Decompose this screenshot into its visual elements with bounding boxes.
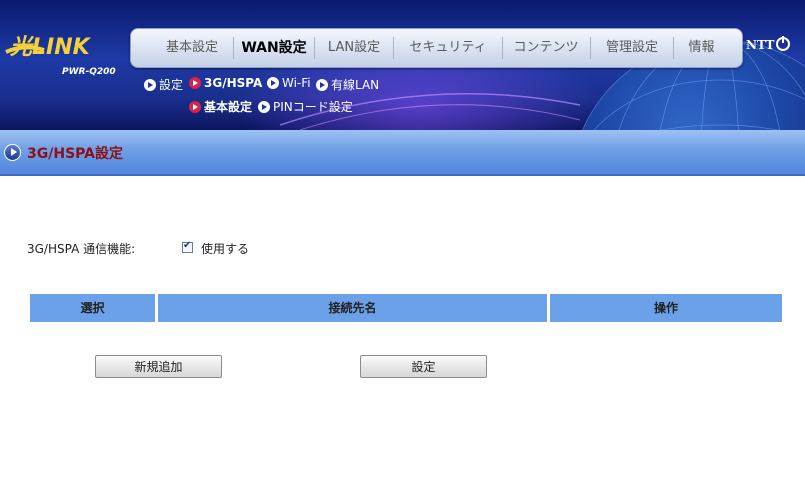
subnav-label: PINコード設定 [273, 100, 353, 114]
subnav-basic-settings[interactable]: 基本設定 [189, 98, 252, 115]
subnav-label: Wi-Fi [282, 76, 311, 90]
section-title: 3G/HSPA設定 [27, 146, 123, 162]
subnav-label: 設定 [159, 78, 184, 92]
arrow-right-active-icon [189, 100, 201, 113]
arrow-right-icon [144, 78, 156, 91]
arrow-right-icon [316, 78, 328, 91]
section-arrow-icon [4, 144, 21, 161]
nav-management[interactable]: 管理設定 [591, 29, 673, 67]
subnav-3g-hspa[interactable]: 3G/HSPA [189, 76, 262, 90]
subnav-label: 3G/HSPA [204, 76, 263, 90]
apply-settings-button[interactable]: 設定 [360, 355, 487, 378]
ntt-logo-icon [776, 36, 790, 51]
add-new-button[interactable]: 新規追加 [95, 355, 222, 378]
nav-info[interactable]: 情報 [674, 29, 729, 67]
arrow-right-active-icon [189, 77, 201, 89]
use-checkbox[interactable] [182, 240, 193, 253]
header-banner: 光LINK PWR-Q200 基本設定 WAN設定 LAN設定 セキュリティ コ… [0, 0, 805, 130]
subnav-wired-lan[interactable]: 有線LAN [316, 76, 379, 93]
main-nav: 基本設定 WAN設定 LAN設定 セキュリティ コンテンツ 管理設定 情報 [130, 28, 743, 68]
subnav-pin-settings[interactable]: PINコード設定 [258, 98, 353, 115]
nav-lan-settings[interactable]: LAN設定 [315, 29, 393, 67]
table-header-connection-name: 接続先名 [158, 294, 547, 322]
nav-basic-settings[interactable]: 基本設定 [151, 29, 233, 67]
table-header-operation: 操作 [550, 294, 782, 322]
subnav-label: 有線LAN [331, 78, 380, 92]
nav-contents[interactable]: コンテンツ [503, 29, 589, 67]
nav-security[interactable]: セキュリティ [394, 29, 502, 67]
model-name: PWR-Q200 [62, 67, 116, 77]
nav-wan-settings[interactable]: WAN設定 [234, 29, 314, 67]
use-checkbox-label[interactable]: 使用する [201, 240, 249, 257]
logo-glyph: 光LINK [9, 35, 92, 60]
arrow-right-icon [258, 100, 270, 113]
arrow-right-icon [267, 77, 279, 89]
ntt-logo-text: NTT [746, 38, 775, 52]
hikari-link-logo: 光LINK [5, 35, 92, 60]
table-header-select: 選択 [30, 294, 155, 322]
subnav-label: 基本設定 [204, 100, 253, 114]
hspa-function-label: 3G/HSPA 通信機能: [27, 242, 136, 256]
subnav-wifi[interactable]: Wi-Fi [267, 76, 311, 90]
subnav-settings[interactable]: 設定 [144, 76, 183, 93]
